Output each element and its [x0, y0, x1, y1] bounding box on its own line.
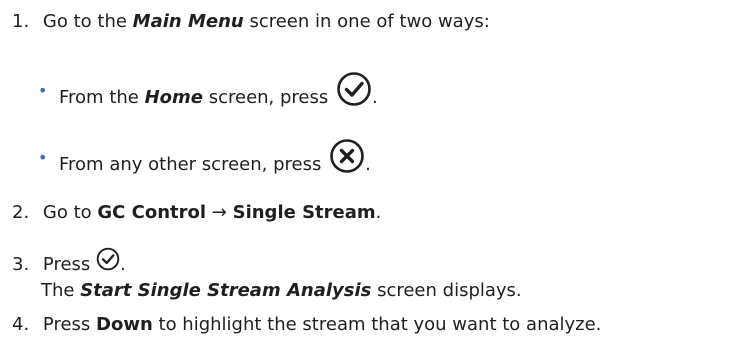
- bullet-text: From the: [59, 87, 145, 108]
- check-circle-icon: [96, 247, 120, 271]
- step-number: 3.: [12, 254, 30, 275]
- step-number: 2.: [12, 202, 30, 223]
- step-1-bullet-1: From the Home screen, press .: [59, 72, 378, 116]
- single-stream-term: Single Stream: [232, 202, 376, 223]
- x-circle-icon: [329, 138, 365, 174]
- result-text: screen displays.: [371, 280, 522, 301]
- arrow: →: [206, 202, 233, 223]
- step-1: 1. Go to the Main Menu screen in one of …: [12, 11, 490, 33]
- bullet-text: screen, press: [203, 87, 329, 108]
- home-term: Home: [144, 87, 203, 108]
- step-4: 4. Press Down to highlight the stream th…: [12, 314, 601, 336]
- down-key-term: Down: [96, 314, 153, 335]
- step-number: 1.: [12, 11, 30, 32]
- step-3: 3. Press .: [12, 247, 126, 277]
- start-single-stream-analysis-term: Start Single Stream Analysis: [80, 280, 372, 301]
- step-text: Go to the: [42, 11, 133, 32]
- punctuation: .: [372, 87, 378, 108]
- punctuation: .: [365, 154, 371, 175]
- step-text: Go to: [42, 202, 98, 223]
- step-text: to highlight the stream that you want to…: [152, 314, 602, 335]
- gc-control-term: GC Control: [97, 202, 207, 223]
- main-menu-term: Main Menu: [132, 11, 244, 32]
- bullet-dot: •: [38, 148, 48, 167]
- result-text: The: [41, 280, 81, 301]
- step-2: 2. Go to GC Control → Single Stream.: [12, 202, 381, 224]
- step-number: 4.: [12, 314, 30, 335]
- bullet-text: From any other screen, press: [59, 154, 322, 175]
- punctuation: .: [375, 202, 382, 223]
- punctuation: .: [120, 254, 126, 275]
- step-text: Press: [42, 314, 97, 335]
- step-3-result: The Start Single Stream Analysis screen …: [41, 280, 522, 302]
- check-circle-icon: [336, 71, 372, 107]
- step-text: screen in one of two ways:: [243, 11, 490, 32]
- bullet-dot: •: [38, 81, 48, 100]
- step-1-bullet-2: From any other screen, press .: [59, 139, 371, 183]
- step-text: Press: [42, 254, 91, 275]
